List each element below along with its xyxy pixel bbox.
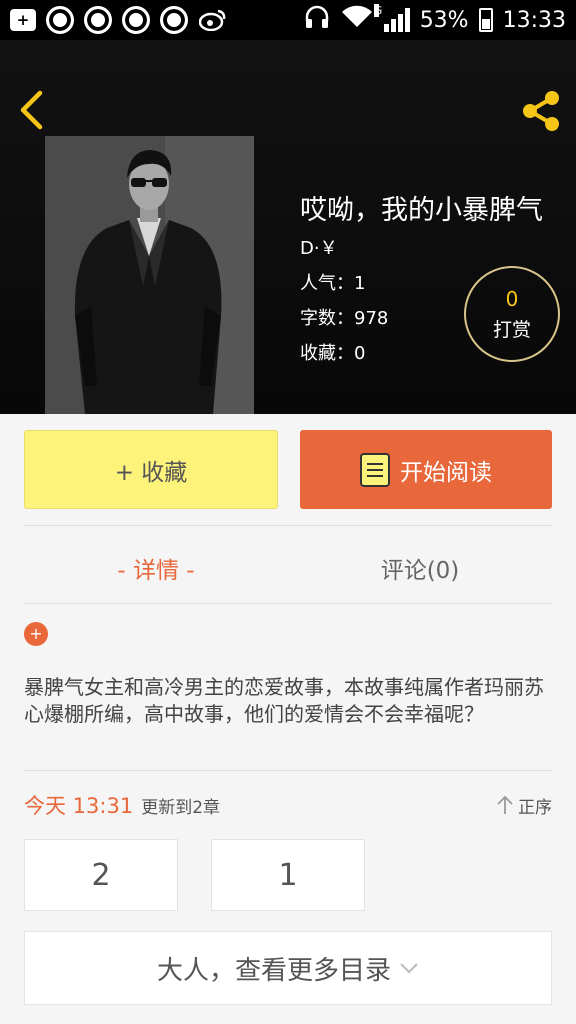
- system-status: G 53% 13:33: [304, 4, 566, 35]
- qq-notification-icon: [46, 6, 74, 34]
- book-icon: [360, 452, 390, 487]
- plus-notification-icon: +: [10, 9, 36, 31]
- signal-icon: G: [373, 4, 410, 32]
- add-favorite-label: + 收藏: [114, 459, 188, 486]
- divider: [24, 525, 552, 526]
- share-button[interactable]: [518, 88, 564, 134]
- sort-order-button[interactable]: 正序: [496, 793, 552, 818]
- weibo-icon: [198, 6, 228, 34]
- book-cover-image: [45, 136, 254, 414]
- book-popularity: 人气：1: [300, 273, 366, 294]
- divider: [24, 603, 552, 604]
- status-bar: + G 53% 13:33: [0, 0, 576, 40]
- update-chapter-count: 更新到2章: [141, 797, 221, 818]
- clock: 13:33: [502, 7, 566, 33]
- book-title: 哎呦，我的小暴脾气: [300, 195, 543, 226]
- notification-icons: +: [10, 6, 228, 34]
- network-type: G: [373, 4, 383, 17]
- battery-icon: [478, 8, 493, 32]
- tab-comments[interactable]: 评论(0): [288, 546, 552, 590]
- divider: [24, 770, 552, 771]
- more-catalog-label: 大人，查看更多目录: [156, 955, 391, 986]
- arrow-up-icon: [497, 795, 513, 814]
- share-icon: [523, 91, 559, 131]
- book-author: D·￥: [300, 238, 338, 259]
- book-favorites: 收藏：0: [300, 343, 366, 364]
- tab-detail[interactable]: - 详情 -: [24, 546, 288, 590]
- start-reading-button[interactable]: 开始阅读: [300, 430, 552, 509]
- qq-notification-icon: [160, 6, 188, 34]
- update-info: 今天 13:31 更新到2章 正序: [24, 788, 552, 822]
- qq-notification-icon: [84, 6, 112, 34]
- book-word-count: 字数：978: [300, 308, 389, 329]
- qq-notification-icon: [122, 6, 150, 34]
- chapter-item[interactable]: 1: [211, 839, 365, 911]
- add-favorite-button[interactable]: + 收藏: [24, 430, 278, 509]
- back-button[interactable]: [16, 90, 46, 130]
- wifi-icon: [340, 5, 374, 35]
- more-catalog-button[interactable]: 大人，查看更多目录: [24, 931, 552, 1005]
- expand-description-button[interactable]: +: [24, 622, 48, 646]
- start-reading-label: 开始阅读: [400, 459, 492, 486]
- sort-order-label: 正序: [518, 797, 552, 818]
- chevron-left-icon: [20, 90, 43, 130]
- update-time: 今天 13:31: [24, 794, 134, 818]
- book-header: 哎呦，我的小暴脾气 D·￥ 人气：1 字数：978 收藏：0 0 打赏: [0, 40, 576, 414]
- chapter-item[interactable]: 2: [24, 839, 178, 911]
- book-description: 暴脾气女主和高冷男主的恋爱故事，本故事纯属作者玛丽苏心爆棚所编，高中故事，他们的…: [24, 675, 544, 726]
- tip-button[interactable]: 0 打赏: [464, 266, 560, 362]
- headphones-icon: [304, 5, 330, 35]
- battery-percent: 53%: [419, 7, 469, 33]
- tip-count: 0: [505, 286, 519, 311]
- tip-label: 打赏: [492, 318, 531, 341]
- chevron-down-icon: [400, 963, 418, 974]
